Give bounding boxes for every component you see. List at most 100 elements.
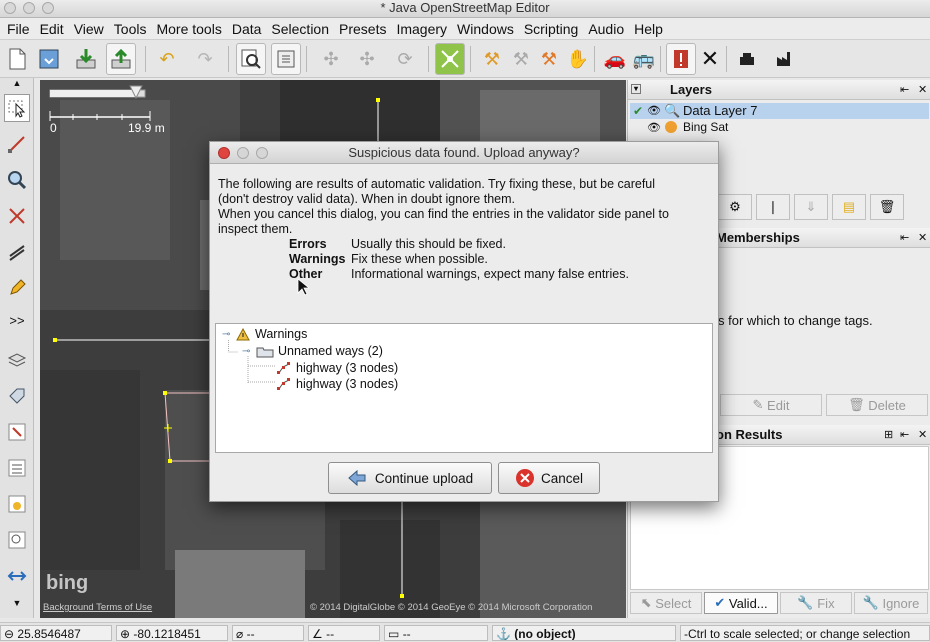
menu-windows[interactable]: Windows xyxy=(452,21,519,37)
data-layer-icon: 🔍 xyxy=(664,103,681,118)
ignore-button[interactable]: 🔧 Ignore xyxy=(854,592,928,614)
visible-eye-icon[interactable]: 👁 xyxy=(647,121,661,134)
delete-layer-icon[interactable]: 🗑 xyxy=(870,194,904,220)
tree-root-warnings[interactable]: ⊸ Warnings xyxy=(222,326,307,342)
factory-icon[interactable] xyxy=(770,43,800,75)
open-file-icon[interactable] xyxy=(34,43,64,75)
tree-item-highway[interactable]: highway (3 nodes) xyxy=(276,376,398,392)
layers-toggle-icon[interactable] xyxy=(4,346,30,374)
palette-scroll-up-icon[interactable]: ▲ xyxy=(4,78,30,88)
menu-tools[interactable]: Tools xyxy=(109,21,152,37)
split-way-icon[interactable]: ✣ xyxy=(316,43,346,75)
close-panel-icon[interactable]: ✕ xyxy=(918,80,927,100)
cancel-button[interactable]: Cancel xyxy=(498,462,600,494)
filter-icon[interactable] xyxy=(4,562,30,590)
trash-icon: 🗑 xyxy=(848,397,869,412)
detach-icon[interactable]: ⇤ xyxy=(900,228,909,248)
preferences-icon[interactable] xyxy=(271,43,301,75)
angle-icon: ∠ xyxy=(312,627,323,641)
cross-icon[interactable]: ✕ xyxy=(695,43,725,75)
select-tool-icon[interactable] xyxy=(4,94,30,122)
zoom-preferences-icon[interactable] xyxy=(236,43,266,75)
collapse-icon[interactable]: ▾ xyxy=(631,84,641,94)
more-tools-icon[interactable]: >> xyxy=(4,306,30,334)
download-icon[interactable] xyxy=(71,43,101,75)
merge-layer-icon[interactable]: ▤ xyxy=(832,194,866,220)
upload-icon[interactable] xyxy=(106,43,136,75)
tag-tool-icon[interactable] xyxy=(4,382,30,410)
angle-field: ∠ -- xyxy=(308,625,380,641)
bus-icon[interactable]: 🚌 xyxy=(629,43,659,75)
validation-icon[interactable] xyxy=(435,43,465,75)
layer-up-icon[interactable]: ❘ xyxy=(756,194,790,220)
menu-data[interactable]: Data xyxy=(227,21,267,37)
delete-tool-icon[interactable] xyxy=(4,202,30,230)
edit-membership-button[interactable]: ✎ Edit xyxy=(720,394,822,416)
menu-audio[interactable]: Audio xyxy=(583,21,629,37)
delete-membership-button[interactable]: 🗑 Delete xyxy=(826,394,928,416)
layer-settings-icon[interactable]: ⚙ xyxy=(718,194,752,220)
redo-icon[interactable]: ↷ xyxy=(190,43,220,75)
detach-icon[interactable]: ⇤ xyxy=(900,425,909,445)
relation-tool-icon[interactable] xyxy=(4,418,30,446)
hand-tool-icon[interactable]: ✋ xyxy=(563,43,593,75)
draw-line-icon[interactable] xyxy=(4,130,30,158)
notes-icon[interactable] xyxy=(4,526,30,554)
legend-warnings-text: Fix these when possible. xyxy=(351,252,488,266)
zoom-tool-icon[interactable] xyxy=(4,166,30,194)
reverse-way-icon[interactable]: ⟳ xyxy=(390,43,420,75)
tree-group-unnamed-ways[interactable]: ⊸ Unnamed ways (2) xyxy=(242,343,383,359)
detach-icon[interactable]: ⇤ xyxy=(900,80,909,100)
warning-icon[interactable] xyxy=(666,43,696,75)
continue-upload-button[interactable]: Continue upload xyxy=(328,462,492,494)
menu-edit[interactable]: Edit xyxy=(35,21,69,37)
close-window-button[interactable] xyxy=(4,2,16,14)
select-button[interactable]: ⬉ Select xyxy=(630,592,702,614)
ruler-icon: ▭ xyxy=(388,627,400,641)
dialog-zoom-button[interactable] xyxy=(256,147,268,159)
menu-more-tools[interactable]: More tools xyxy=(151,21,226,37)
expand-toggle-icon[interactable]: ⊸ xyxy=(242,346,256,357)
bing-logo: bing xyxy=(46,572,89,594)
dialog-close-button[interactable] xyxy=(218,147,230,159)
selection-list-icon[interactable] xyxy=(4,454,30,482)
dialog-title-bar: Suspicious data found. Upload anyway? xyxy=(210,142,718,164)
history-icon[interactable] xyxy=(4,490,30,518)
visible-eye-icon[interactable]: 👁 xyxy=(647,104,661,117)
menu-file[interactable]: File xyxy=(2,21,35,37)
car-icon[interactable]: 🚗 xyxy=(600,43,630,75)
panel-settings-icon[interactable]: ⊞ xyxy=(884,425,893,445)
zoom-window-button[interactable] xyxy=(42,2,54,14)
status-bar: ⊖ 25.8546487 ⊕ -80.1218451 ⌀ -- ∠ -- ▭ -… xyxy=(0,622,930,642)
layer-row[interactable]: 👁 Bing Sat xyxy=(630,120,929,136)
dialog-minimize-button[interactable] xyxy=(237,147,249,159)
new-layer-icon[interactable] xyxy=(2,43,32,75)
palette-scroll-down-icon[interactable]: ▼ xyxy=(4,598,30,608)
menu-presets[interactable]: Presets xyxy=(334,21,391,37)
layer-down-icon[interactable]: ⇓ xyxy=(794,194,828,220)
draw-tool-2-icon[interactable]: ⚒ xyxy=(506,43,536,75)
layer-buttons-row: ⚙ ❘ ⇓ ▤ 🗑 xyxy=(718,194,930,220)
draw-tool-3-icon[interactable]: ⚒ xyxy=(534,43,564,75)
undo-icon[interactable]: ↶ xyxy=(152,43,182,75)
close-panel-icon[interactable]: ✕ xyxy=(918,228,927,248)
building-icon[interactable] xyxy=(732,43,762,75)
combine-way-icon[interactable]: ✣ xyxy=(352,43,382,75)
background-terms-link[interactable]: Background Terms of Use xyxy=(43,602,152,613)
expand-toggle-icon[interactable]: ⊸ xyxy=(222,329,236,340)
pencil-tool-icon[interactable] xyxy=(4,274,30,302)
menu-help[interactable]: Help xyxy=(629,21,668,37)
minimize-window-button[interactable] xyxy=(23,2,35,14)
menu-scripting[interactable]: Scripting xyxy=(519,21,583,37)
menu-selection[interactable]: Selection xyxy=(266,21,334,37)
validate-button[interactable]: ✔ Valid... xyxy=(704,592,778,614)
close-panel-icon[interactable]: ✕ xyxy=(918,425,927,445)
layer-row-active[interactable]: ✔ 👁 🔍 Data Layer 7 xyxy=(630,103,929,119)
fix-button[interactable]: 🔧 Fix xyxy=(780,592,852,614)
tree-item-highway[interactable]: highway (3 nodes) xyxy=(276,360,398,376)
menu-view[interactable]: View xyxy=(69,21,109,37)
parallel-tool-icon[interactable] xyxy=(4,238,30,266)
draw-tool-icon[interactable]: ⚒ xyxy=(477,43,507,75)
menu-bar: File Edit View Tools More tools Data Sel… xyxy=(0,18,930,40)
menu-imagery[interactable]: Imagery xyxy=(391,21,452,37)
